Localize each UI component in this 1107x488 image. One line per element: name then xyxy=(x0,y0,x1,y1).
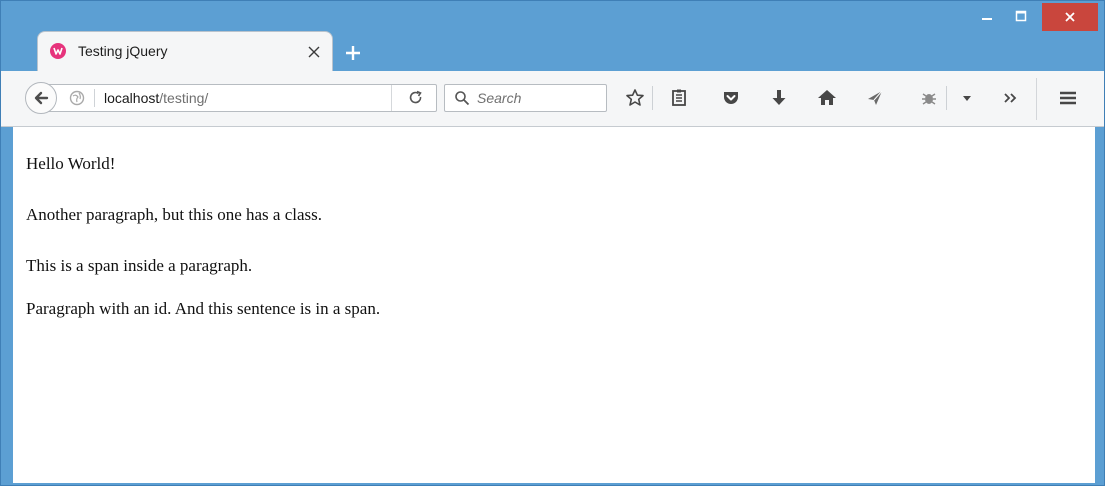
close-window-button[interactable] xyxy=(1042,3,1098,31)
reload-icon xyxy=(409,90,422,104)
maximize-icon xyxy=(1015,10,1027,22)
plus-icon xyxy=(346,46,360,60)
url-separator xyxy=(94,89,95,107)
search-bar[interactable] xyxy=(444,84,607,112)
tab-title: Testing jQuery xyxy=(78,43,168,59)
paragraph-with-id: Paragraph with an id. And this sentence … xyxy=(26,299,381,318)
tab-testing-jquery[interactable]: Testing jQuery xyxy=(37,31,333,71)
pocket-button[interactable] xyxy=(720,87,742,109)
window-controls xyxy=(970,3,1098,31)
menu-separator xyxy=(1036,78,1037,120)
home-button[interactable] xyxy=(816,87,838,109)
url-path: /testing/ xyxy=(159,90,209,106)
url-text[interactable]: localhost/testing/ xyxy=(104,90,208,106)
bookmark-star-button[interactable] xyxy=(624,87,646,109)
share-send-icon xyxy=(868,90,883,105)
reload-button[interactable] xyxy=(408,90,424,106)
minimize-button[interactable] xyxy=(970,3,1004,29)
maximize-button[interactable] xyxy=(1004,3,1038,29)
tab-close-icon[interactable] xyxy=(306,44,322,60)
webmatrix-favicon-icon xyxy=(50,43,66,59)
navigation-toolbar: localhost/testing/ xyxy=(1,71,1104,127)
globe-icon[interactable] xyxy=(69,90,85,106)
paragraph-with-span: This is a span inside a paragraph. xyxy=(26,256,253,275)
bookmark-star-icon xyxy=(626,89,644,106)
open-menu-button[interactable] xyxy=(1057,87,1079,109)
search-input[interactable] xyxy=(477,88,597,108)
back-button[interactable] xyxy=(25,82,57,114)
address-bar[interactable]: localhost/testing/ xyxy=(45,84,437,112)
magnifier-icon xyxy=(454,90,470,106)
hamburger-menu-icon xyxy=(1060,91,1076,105)
downloads-button[interactable] xyxy=(768,87,790,109)
toolbar-separator xyxy=(652,86,653,110)
dropdown-caret-icon xyxy=(963,96,971,101)
paragraph-with-class: Another paragraph, but this one has a cl… xyxy=(26,205,322,224)
overflow-chevron-icon xyxy=(1004,93,1017,103)
download-arrow-icon xyxy=(772,90,786,105)
home-icon xyxy=(818,90,836,105)
back-arrow-icon xyxy=(34,91,49,105)
reload-separator xyxy=(391,85,392,111)
close-icon xyxy=(1065,12,1075,22)
url-host: localhost xyxy=(104,90,160,106)
share-button[interactable] xyxy=(864,87,886,109)
page-content: Hello World! Another paragraph, but this… xyxy=(13,127,1095,483)
toolbar-separator xyxy=(946,86,947,110)
new-tab-button[interactable] xyxy=(341,41,365,65)
reading-list-icon xyxy=(672,89,686,106)
paragraph-hello: Hello World! xyxy=(26,154,116,173)
extension-dropdown-button[interactable] xyxy=(956,87,978,109)
minimize-icon xyxy=(982,18,992,20)
reading-list-button[interactable] xyxy=(668,87,690,109)
overflow-button[interactable] xyxy=(1000,87,1022,109)
title-bar: Testing jQuery xyxy=(1,1,1104,71)
extension-bug-icon xyxy=(922,93,936,105)
extension-button[interactable] xyxy=(918,87,940,109)
browser-window: Testing jQuery localhost/testing/ Search… xyxy=(0,0,1105,486)
pocket-icon xyxy=(724,92,738,104)
